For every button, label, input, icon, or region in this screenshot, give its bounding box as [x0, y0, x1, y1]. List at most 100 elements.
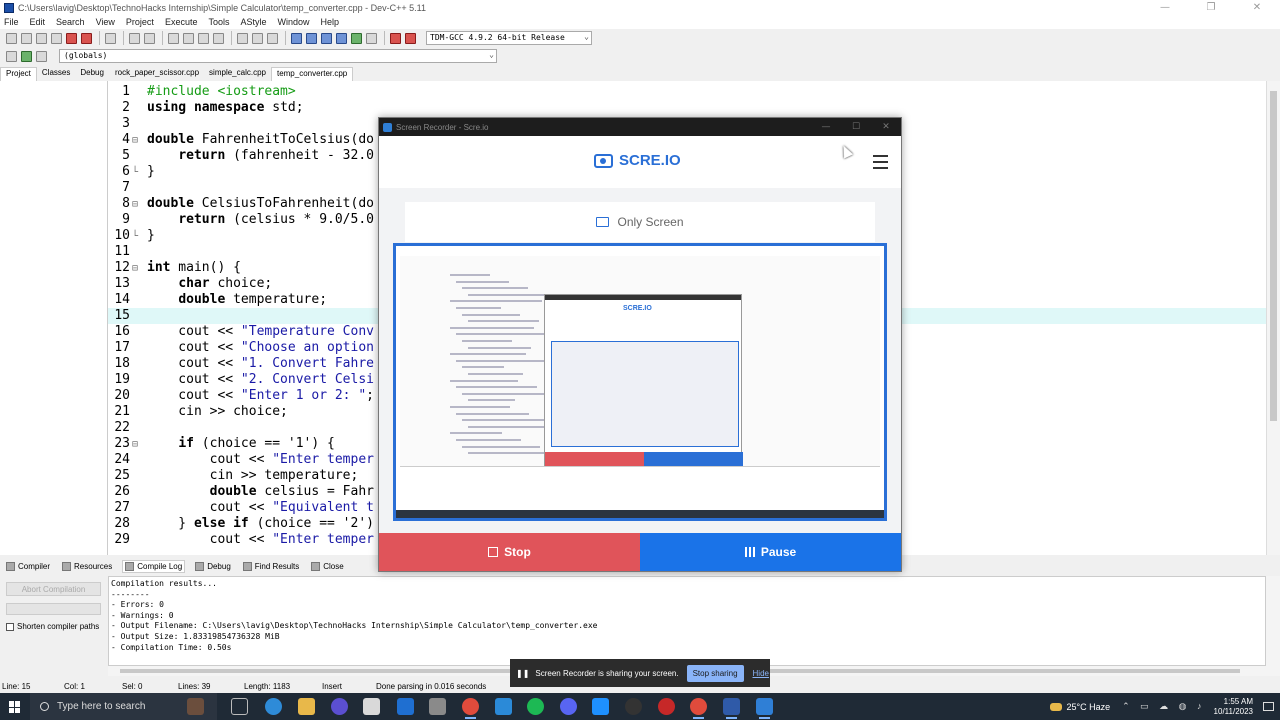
find-icon[interactable] — [168, 32, 179, 44]
tab-project[interactable]: Project — [0, 67, 37, 81]
tab-temp-converter[interactable]: temp_converter.cpp — [270, 67, 354, 81]
menu-edit[interactable]: Edit — [30, 17, 46, 27]
hamburger-menu-icon[interactable] — [873, 155, 888, 169]
menu-tools[interactable]: Tools — [208, 17, 229, 27]
goto-icon[interactable] — [36, 50, 47, 62]
app-icon[interactable] — [331, 698, 348, 715]
save-icon[interactable] — [36, 32, 47, 44]
save-all-icon[interactable] — [51, 32, 62, 44]
task-view-icon[interactable] — [231, 698, 248, 715]
cortana-avatar-icon[interactable] — [187, 698, 204, 715]
capture-mode-button[interactable]: Only Screen — [405, 202, 875, 242]
hide-sharing-link[interactable]: Hide — [753, 669, 769, 678]
minimize-button[interactable]: — — [1142, 2, 1188, 13]
fold-marker-icon[interactable]: ⊟ — [130, 437, 140, 453]
compile-log-output[interactable]: Compilation results... -------- - Errors… — [108, 576, 1266, 666]
scope-select[interactable]: (globals) ⌄ — [59, 49, 497, 63]
tab-debug-output[interactable]: Debug — [193, 561, 233, 572]
shorten-paths-checkbox[interactable] — [6, 622, 14, 631]
find-next-icon[interactable] — [198, 32, 209, 44]
vscode-icon[interactable] — [495, 698, 512, 715]
close-button[interactable]: ✕ — [1234, 2, 1280, 13]
windows-start-icon[interactable] — [9, 701, 21, 713]
scrollbar-thumb[interactable] — [1270, 91, 1277, 421]
profile-icon[interactable] — [390, 32, 401, 44]
menu-search[interactable]: Search — [56, 17, 85, 27]
pause-recording-button[interactable]: Pause — [640, 533, 901, 571]
log-vertical-scrollbar[interactable] — [1266, 576, 1280, 676]
chrome-icon[interactable] — [690, 698, 707, 719]
menu-astyle[interactable]: AStyle — [240, 17, 266, 27]
fold-marker-icon[interactable]: ⊟ — [130, 133, 140, 149]
tab-compile-log[interactable]: Compile Log — [122, 559, 186, 573]
app-icon[interactable] — [658, 698, 675, 715]
store-icon[interactable] — [363, 698, 380, 715]
compile-icon[interactable] — [291, 32, 302, 44]
open-file-icon[interactable] — [21, 32, 32, 44]
chrome-icon[interactable] — [462, 698, 479, 719]
restore-button[interactable]: ❐ — [1188, 2, 1234, 13]
tab-resources[interactable]: Resources — [60, 561, 114, 572]
new-file-icon[interactable] — [6, 32, 17, 44]
stop-execution-icon[interactable] — [366, 32, 377, 44]
debug-icon[interactable] — [405, 32, 416, 44]
app-icon[interactable] — [429, 698, 446, 715]
clock[interactable]: 1:55 AM 10/11/2023 — [1214, 697, 1253, 717]
compile-run-icon[interactable] — [321, 32, 332, 44]
recorder-close-button[interactable]: ✕ — [871, 122, 901, 132]
tab-rock-paper-scissor[interactable]: rock_paper_scissor.cpp — [110, 67, 204, 81]
tab-classes[interactable]: Classes — [37, 67, 75, 81]
abort-compilation-button[interactable]: Abort Compilation — [6, 582, 101, 596]
code-line[interactable]: 2 using namespace std; — [108, 100, 1266, 116]
close-all-icon[interactable] — [81, 32, 92, 44]
tab-compiler[interactable]: Compiler — [4, 561, 52, 572]
project-browser[interactable] — [0, 81, 108, 555]
unindent-icon[interactable] — [252, 32, 263, 44]
weather-icon[interactable] — [1049, 702, 1062, 711]
redo-icon[interactable] — [144, 32, 155, 44]
goto-line-icon[interactable] — [213, 32, 224, 44]
compiler-select[interactable]: TDM-GCC 4.9.2 64-bit Release ⌄ — [426, 31, 592, 45]
skype-icon[interactable] — [592, 698, 609, 715]
print-icon[interactable] — [105, 32, 116, 44]
fold-marker-icon[interactable]: ⊟ — [130, 261, 140, 277]
stop-recording-button[interactable]: Stop — [379, 533, 640, 571]
mail-icon[interactable] — [397, 698, 414, 715]
rebuild-icon[interactable] — [336, 32, 347, 44]
code-line[interactable]: 1 #include <iostream> — [108, 84, 1266, 100]
tray-icons[interactable]: ⌃ ▭ ☁ ◍ ♪ — [1122, 701, 1205, 712]
menu-project[interactable]: Project — [126, 17, 154, 27]
fold-marker-icon[interactable]: └ — [130, 165, 140, 181]
menu-help[interactable]: Help — [321, 17, 340, 27]
indent-icon[interactable] — [237, 32, 248, 44]
syntax-check-icon[interactable] — [351, 32, 362, 44]
menu-view[interactable]: View — [96, 17, 115, 27]
edge-icon[interactable] — [265, 698, 282, 715]
github-icon[interactable] — [625, 698, 642, 715]
tab-simple-calc[interactable]: simple_calc.cpp — [204, 67, 271, 81]
tab-debug[interactable]: Debug — [75, 67, 109, 81]
shorten-paths-option[interactable]: Shorten compiler paths — [6, 622, 99, 631]
close-file-icon[interactable] — [66, 32, 77, 44]
menu-window[interactable]: Window — [278, 17, 310, 27]
notification-icon[interactable] — [1263, 702, 1274, 711]
fold-marker-icon[interactable]: ⊟ — [130, 197, 140, 213]
editor-scrollbar[interactable] — [1266, 81, 1280, 555]
stop-sharing-button[interactable]: Stop sharing — [686, 664, 744, 682]
toggle-bookmark-icon[interactable] — [267, 32, 278, 44]
run-icon[interactable] — [306, 32, 317, 44]
weather-text[interactable]: 25°C Haze — [1067, 702, 1111, 712]
replace-icon[interactable] — [183, 32, 194, 44]
menu-execute[interactable]: Execute — [165, 17, 198, 27]
recorder-minimize-button[interactable]: — — [811, 122, 841, 132]
tab-close[interactable]: Close — [309, 561, 345, 572]
undo-icon[interactable] — [129, 32, 140, 44]
recorder-maximize-button[interactable]: ☐ — [841, 122, 871, 132]
spotify-icon[interactable] — [527, 698, 544, 715]
tab-find-results[interactable]: Find Results — [241, 561, 301, 572]
discord-icon[interactable] — [560, 698, 577, 715]
fold-marker-icon[interactable]: └ — [130, 229, 140, 245]
screen-recorder-taskbar-icon[interactable] — [756, 698, 773, 719]
menu-file[interactable]: File — [4, 17, 19, 27]
insert-icon[interactable] — [6, 50, 17, 62]
